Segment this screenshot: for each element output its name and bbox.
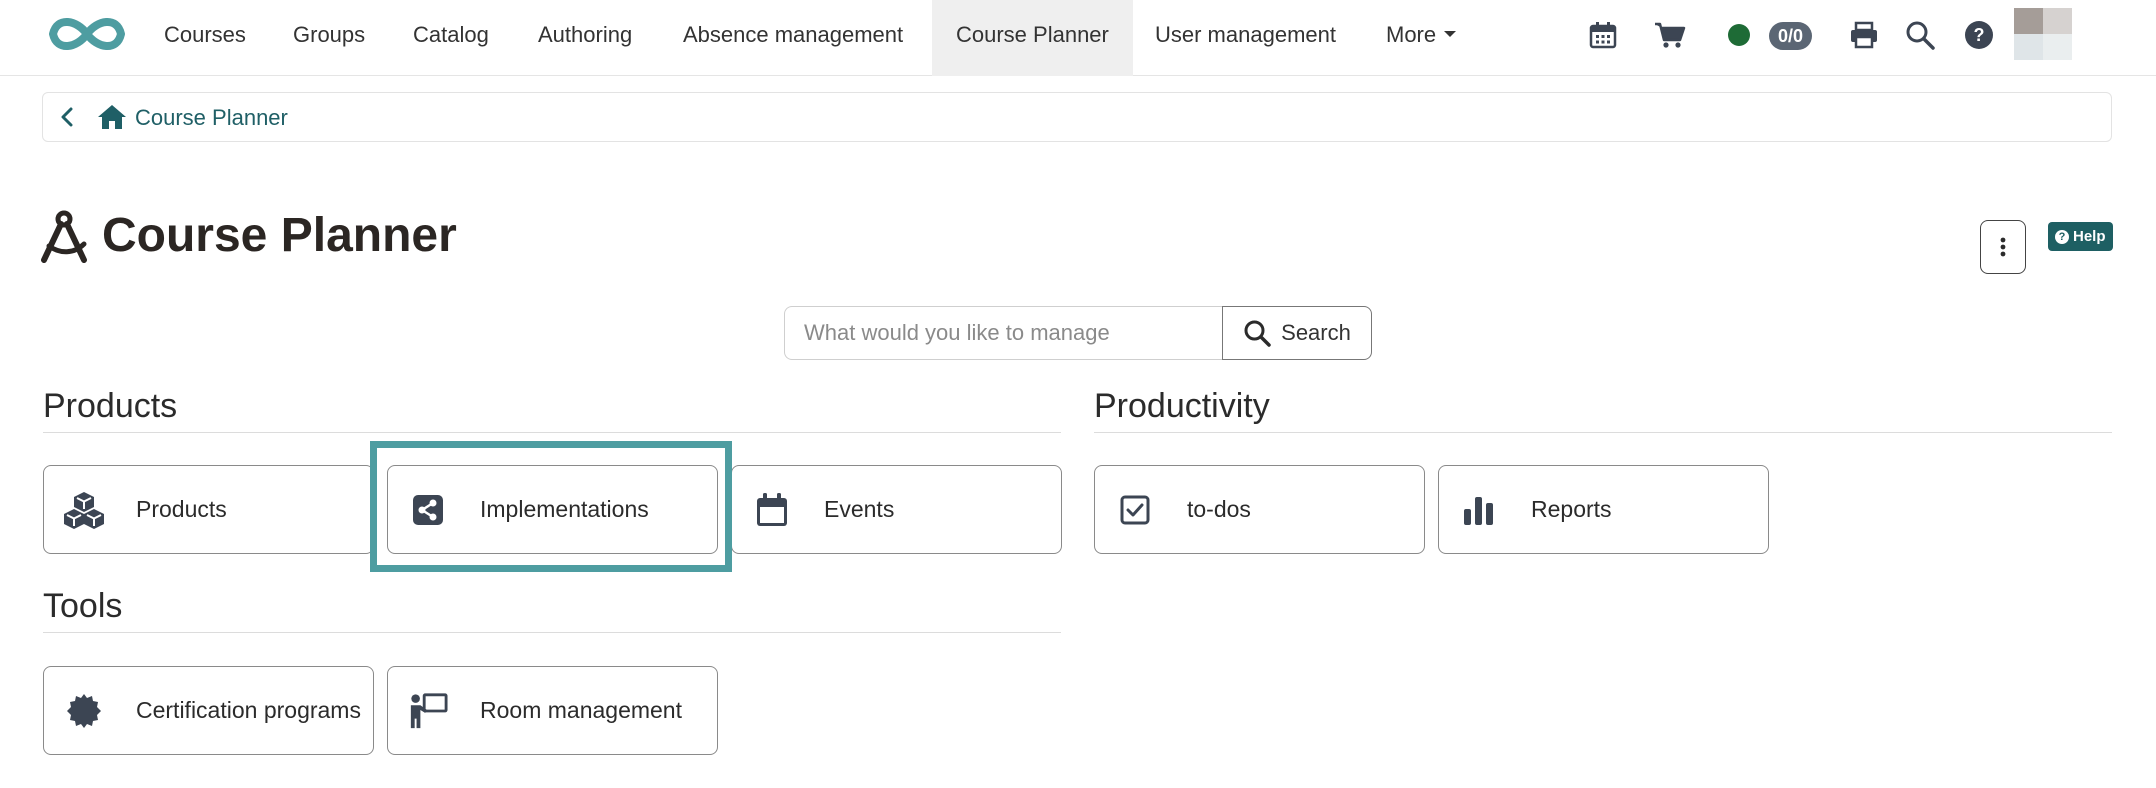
section-divider (1094, 432, 2112, 433)
section-title-productivity: Productivity (1094, 387, 1270, 425)
status-online-icon[interactable] (1728, 24, 1750, 46)
question-circle-icon: ? (2055, 229, 2069, 244)
top-navbar: Courses Groups Catalog Authoring Absence… (0, 0, 2156, 76)
presenter-icon (408, 691, 448, 731)
nav-item-courses[interactable]: Courses (140, 0, 270, 76)
kebab-icon (2000, 237, 2006, 257)
bar-chart-icon (1459, 490, 1499, 530)
help-icon[interactable]: ? (1961, 17, 1997, 53)
avatar[interactable] (2014, 8, 2072, 60)
tile-certification-programs[interactable]: Certification programs (43, 666, 374, 755)
help-label: Help (2073, 228, 2106, 245)
print-icon[interactable] (1846, 17, 1882, 53)
nav-item-absence-management[interactable]: Absence management (659, 0, 927, 76)
tile-room-management[interactable]: Room management (387, 666, 718, 755)
tile-products[interactable]: Products (43, 465, 374, 554)
nav-item-catalog[interactable]: Catalog (389, 0, 513, 76)
tile-label: to-dos (1187, 496, 1251, 522)
section-divider (43, 632, 1061, 633)
nav-item-more[interactable]: More (1362, 0, 1480, 76)
help-button[interactable]: ? Help (2048, 222, 2113, 251)
tile-label: Products (136, 496, 227, 522)
calendar-icon (752, 490, 792, 530)
search-icon[interactable] (1902, 17, 1938, 53)
section-title-products: Products (43, 387, 178, 425)
more-options-button[interactable] (1980, 220, 2026, 274)
search-button-label: Search (1281, 320, 1351, 345)
tile-to-dos[interactable]: to-dos (1094, 465, 1425, 554)
highlight-box (370, 441, 732, 572)
nav-item-authoring[interactable]: Authoring (514, 0, 656, 76)
search-input[interactable] (784, 306, 1222, 360)
home-icon[interactable] (97, 104, 127, 130)
certificate-icon (64, 691, 104, 731)
tile-label: Room management (480, 697, 682, 723)
nav-item-groups[interactable]: Groups (269, 0, 389, 76)
logo-icon[interactable] (44, 11, 130, 57)
back-chevron-icon[interactable] (53, 103, 81, 131)
tile-label: Certification programs (136, 697, 361, 723)
tile-label: Events (824, 496, 895, 522)
breadcrumb-current[interactable]: Course Planner (135, 105, 288, 131)
nav-more-label: More (1386, 22, 1437, 47)
tile-reports[interactable]: Reports (1438, 465, 1769, 554)
nav-item-course-planner[interactable]: Course Planner (932, 0, 1133, 76)
svg-text:?: ? (1974, 25, 1985, 45)
nav-item-user-management[interactable]: User management (1131, 0, 1360, 76)
checkbox-icon (1115, 490, 1155, 530)
cart-icon[interactable] (1652, 17, 1688, 53)
calendar-icon[interactable] (1585, 17, 1621, 53)
breadcrumb: Course Planner (42, 92, 2112, 142)
tile-events[interactable]: Events (731, 465, 1062, 554)
search-icon (1244, 320, 1271, 347)
compass-drafting-icon (41, 210, 87, 263)
tile-label: Reports (1531, 496, 1612, 522)
caret-down-icon (1444, 31, 1457, 38)
search-button[interactable]: Search (1222, 306, 1372, 360)
page-title: Course Planner (102, 209, 457, 262)
counter-badge[interactable]: 0/0 (1769, 22, 1813, 50)
section-title-tools: Tools (43, 587, 123, 625)
section-divider (43, 432, 1061, 433)
cubes-icon (64, 490, 104, 530)
